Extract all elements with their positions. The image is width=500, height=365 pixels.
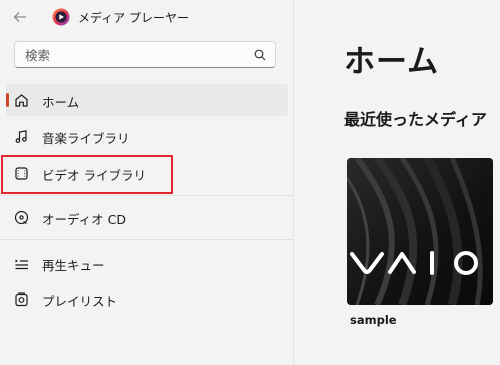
nav-item-play-queue[interactable]: 再生キュー	[6, 247, 288, 279]
playlist-icon	[14, 291, 28, 306]
nav-item-label: オーディオ CD	[42, 212, 126, 227]
media-thumbnail	[347, 158, 493, 305]
main-content: ホーム 最近使ったメディア sample	[294, 0, 500, 365]
nav-item-music-library[interactable]: 音楽ライブラリ	[6, 120, 288, 152]
back-arrow-icon	[13, 12, 26, 22]
search-icon[interactable]	[254, 49, 266, 61]
divider	[0, 195, 293, 196]
back-button[interactable]	[9, 6, 31, 28]
nav-item-label: ビデオ ライブラリ	[42, 168, 146, 183]
film-icon	[14, 166, 28, 180]
search-box[interactable]	[14, 41, 276, 68]
selected-indicator	[6, 93, 9, 107]
nav-item-audio-cd[interactable]: オーディオ CD	[6, 201, 288, 233]
sidebar: メディア プレーヤー ホーム 音楽ライブラリ	[0, 0, 294, 365]
nav-item-playlists[interactable]: プレイリスト	[6, 283, 288, 315]
search-input[interactable]	[23, 46, 247, 65]
vaio-logo	[350, 251, 478, 275]
app-title: メディア プレーヤー	[78, 11, 189, 25]
home-icon	[14, 93, 28, 107]
nav-item-video-library[interactable]: ビデオ ライブラリ	[6, 157, 288, 189]
nav-item-home[interactable]: ホーム	[6, 84, 288, 116]
page-title: ホーム	[344, 44, 440, 80]
section-title-recent-media: 最近使ったメディア	[344, 110, 487, 129]
nav-item-label: 再生キュー	[42, 258, 105, 273]
wavy-background-art	[347, 158, 493, 305]
media-card-sample[interactable]: sample	[347, 158, 493, 333]
disc-icon	[14, 210, 28, 224]
music-note-icon	[15, 129, 27, 143]
media-player-logo-icon	[52, 8, 70, 26]
nav-item-label: 音楽ライブラリ	[42, 131, 130, 146]
queue-icon	[15, 259, 28, 269]
nav-item-label: プレイリスト	[42, 294, 118, 309]
media-title: sample	[350, 313, 397, 327]
nav-item-label: ホーム	[42, 95, 80, 110]
title-bar: メディア プレーヤー	[0, 0, 293, 34]
divider	[0, 239, 293, 240]
